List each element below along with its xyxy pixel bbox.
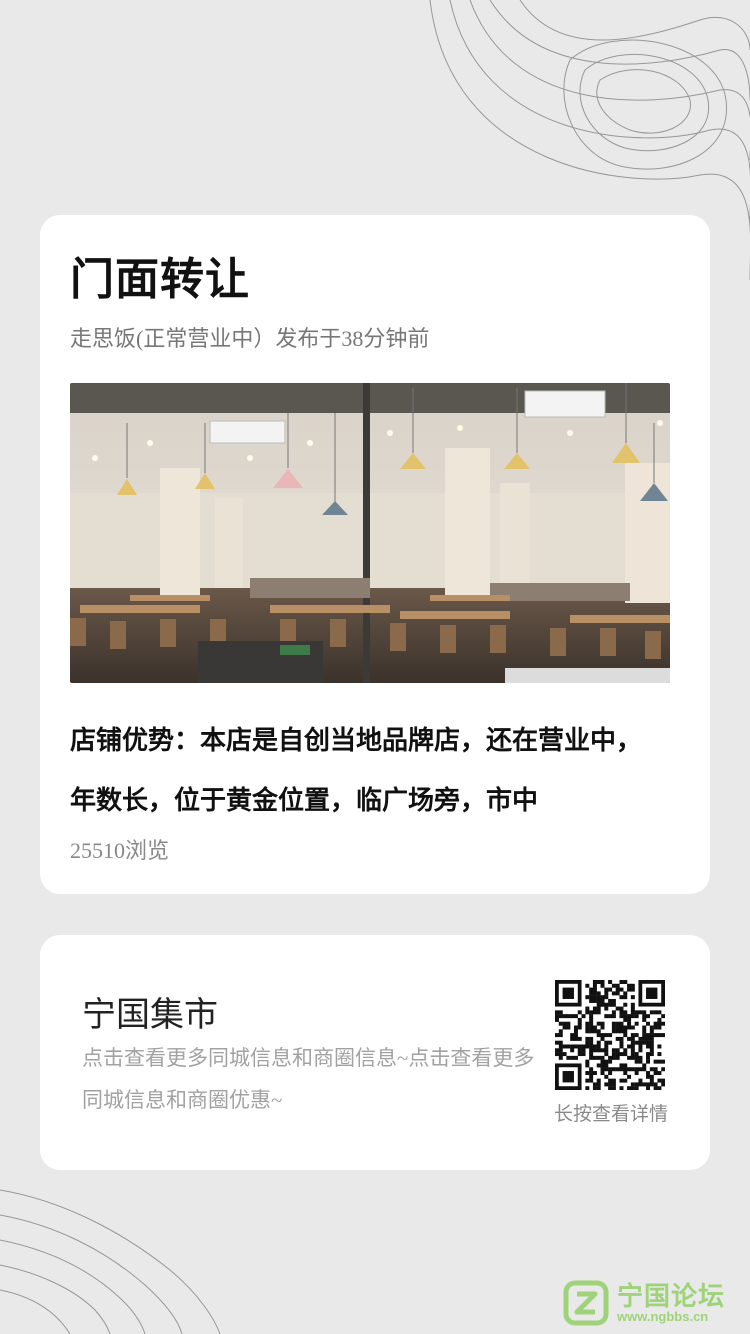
promo-card[interactable]: 宁国集市 点击查看更多同城信息和商圈信息~点击查看更多同城信息和商圈优惠~ 长按… [40,935,710,1170]
post-title: 门面转让 [70,255,250,304]
brand-name: 宁国论坛 [617,1281,726,1311]
brand-watermark: 宁国论坛 www.ngbbs.cn [563,1279,725,1327]
post-card[interactable]: 门面转让 走思饭(正常营业中）发布于38分钟前 店铺优势：本店是自创当地品牌店，… [40,215,710,894]
promo-description: 点击查看更多同城信息和商圈信息~点击查看更多同城信息和商圈优惠~ [82,1046,535,1112]
qr-code[interactable] [555,980,666,1091]
qr-caption: 长按查看详情 [553,1104,668,1125]
promo-title: 宁国集市 [82,997,218,1034]
view-count: 25510浏览 [70,838,170,863]
ngbbs-logo-icon [563,1280,609,1326]
qr-code-icon [555,980,666,1091]
post-meta: 走思饭(正常营业中）发布于38分钟前 [70,326,430,351]
brand-domain: www.ngbbs.cn [617,1309,709,1324]
post-description: 店铺优势：本店是自创当地品牌店，还在营业中，年数长，位于黄金位置，临广场旁，市中 [70,726,643,815]
restaurant-interior-photo-icon [70,383,670,683]
post-photo[interactable] [70,383,670,683]
